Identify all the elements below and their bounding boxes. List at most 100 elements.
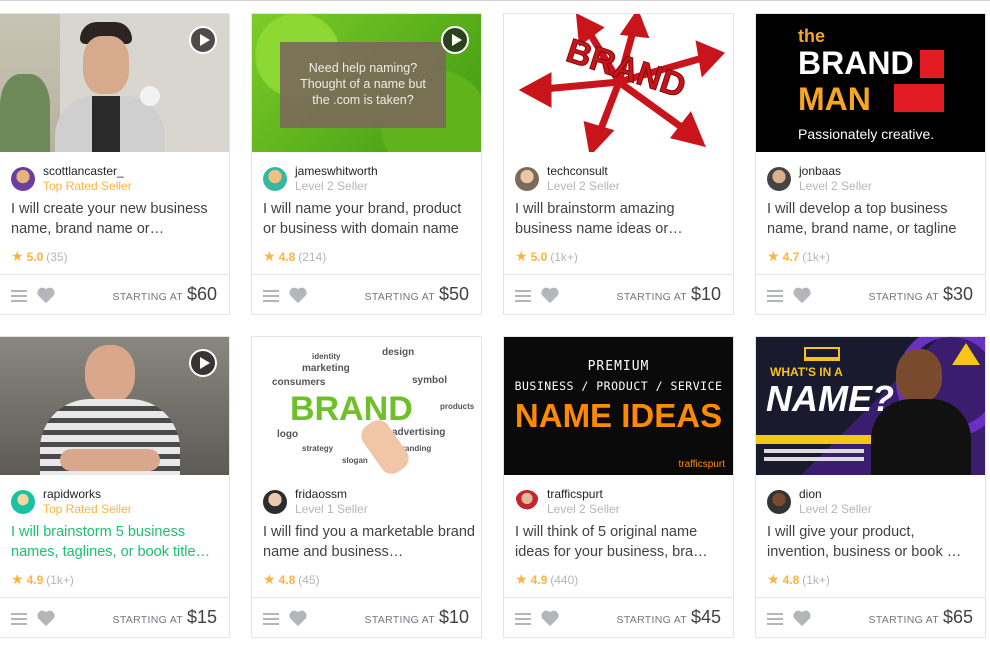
play-icon[interactable] [189, 26, 217, 54]
gig-card[interactable]: WHAT'S IN A NAME? dion Level 2 Seller I … [755, 336, 986, 638]
gig-title[interactable]: I will give your product, invention, bus… [767, 522, 979, 562]
seller-info: techconsult Level 2 Seller [515, 164, 725, 194]
menu-icon[interactable] [767, 290, 783, 302]
menu-icon[interactable] [11, 613, 27, 625]
gig-title[interactable]: I will name your brand, product or busin… [263, 199, 475, 239]
seller-name[interactable]: jonbaas [799, 164, 841, 178]
gig-card[interactable]: scottlancaster_ Top Rated Seller I will … [0, 13, 230, 315]
menu-icon[interactable] [263, 613, 279, 625]
gig-thumbnail[interactable]: Need help naming? Thought of a name but … [252, 14, 481, 152]
starting-at-label: STARTING AT [616, 291, 687, 303]
thumb-text: advertising [392, 427, 446, 438]
gig-rating: ★ 4.7 (1k+) [767, 248, 830, 265]
gig-title[interactable]: I will develop a top business name, bran… [767, 199, 979, 239]
starting-at-label: STARTING AT [112, 614, 183, 626]
avatar[interactable] [767, 167, 791, 191]
thumb-text: marketing [302, 363, 350, 374]
seller-info: dion Level 2 Seller [767, 487, 977, 517]
gig-price[interactable]: STARTING AT $30 [869, 284, 973, 305]
gig-price[interactable]: STARTING AT $10 [617, 284, 721, 305]
gig-price[interactable]: STARTING AT $15 [113, 607, 217, 628]
avatar[interactable] [767, 490, 791, 514]
gig-card[interactable]: the BRAND MAN Passionately creative. jon… [755, 13, 986, 315]
heart-icon[interactable] [36, 286, 56, 304]
gig-rating: ★ 4.8 (45) [263, 571, 320, 588]
seller-name[interactable]: techconsult [547, 164, 608, 178]
gig-price[interactable]: STARTING AT $50 [365, 284, 469, 305]
heart-icon[interactable] [540, 609, 560, 627]
review-count: (45) [298, 573, 320, 587]
gig-price[interactable]: STARTING AT $45 [617, 607, 721, 628]
menu-icon[interactable] [767, 613, 783, 625]
play-icon[interactable] [441, 26, 469, 54]
rating-value: 4.8 [278, 573, 296, 587]
gig-card[interactable]: rapidworks Top Rated Seller I will brain… [0, 336, 230, 638]
seller-name[interactable]: jameswhitworth [295, 164, 378, 178]
gig-footer: STARTING AT $60 [0, 274, 229, 314]
gig-thumbnail[interactable]: identity design marketing consumers symb… [252, 337, 481, 475]
seller-info: trafficspurt Level 2 Seller [515, 487, 725, 517]
heart-icon[interactable] [36, 609, 56, 627]
gig-price[interactable]: STARTING AT $60 [113, 284, 217, 305]
seller-level: Level 2 Seller [295, 179, 368, 193]
thumb-text: Thought of a name but [300, 77, 426, 91]
gig-thumbnail[interactable]: WHAT'S IN A NAME? [756, 337, 985, 475]
seller-name[interactable]: dion [799, 487, 822, 501]
avatar[interactable] [515, 167, 539, 191]
play-icon[interactable] [189, 349, 217, 377]
gig-thumbnail[interactable]: BRAND [504, 14, 733, 152]
seller-name[interactable]: trafficspurt [547, 487, 603, 501]
seller-name[interactable]: scottlancaster_ [43, 164, 124, 178]
gig-title[interactable]: I will find you a marketable brand name … [263, 522, 475, 562]
gig-card[interactable]: BRAND techconsult Level 2 Seller I will … [503, 13, 734, 315]
gig-title[interactable]: I will brainstorm 5 business names, tagl… [11, 522, 223, 562]
heart-icon[interactable] [792, 286, 812, 304]
gig-rating: ★ 4.8 (214) [263, 248, 326, 265]
avatar[interactable] [263, 490, 287, 514]
avatar[interactable] [263, 167, 287, 191]
gig-card[interactable]: identity design marketing consumers symb… [251, 336, 482, 638]
gig-footer: STARTING AT $10 [252, 597, 481, 637]
heart-icon[interactable] [540, 286, 560, 304]
avatar[interactable] [515, 490, 539, 514]
gig-title[interactable]: I will create your new business name, br… [11, 199, 223, 239]
gig-card[interactable]: PREMIUM BUSINESS / PRODUCT / SERVICE NAM… [503, 336, 734, 638]
price-value: $65 [942, 607, 973, 627]
gig-thumbnail[interactable]: the BRAND MAN Passionately creative. [756, 14, 985, 152]
gig-thumbnail[interactable] [0, 337, 229, 475]
heart-icon[interactable] [288, 286, 308, 304]
gig-title[interactable]: I will think of 5 original name ideas fo… [515, 522, 727, 562]
menu-icon[interactable] [515, 613, 531, 625]
seller-name[interactable]: fridaossm [295, 487, 347, 501]
gig-card[interactable]: Need help naming? Thought of a name but … [251, 13, 482, 315]
review-count: (35) [46, 250, 68, 264]
heart-icon[interactable] [288, 609, 308, 627]
seller-info: jonbaas Level 2 Seller [767, 164, 977, 194]
avatar[interactable] [11, 490, 35, 514]
thumb-text: the [798, 26, 825, 46]
menu-icon[interactable] [263, 290, 279, 302]
gig-thumbnail[interactable]: PREMIUM BUSINESS / PRODUCT / SERVICE NAM… [504, 337, 733, 475]
thumb-text: the .com is taken? [312, 93, 414, 107]
seller-info: rapidworks Top Rated Seller [11, 487, 221, 517]
thumb-text: MAN [798, 81, 871, 117]
avatar[interactable] [11, 167, 35, 191]
gig-price[interactable]: STARTING AT $10 [365, 607, 469, 628]
heart-icon[interactable] [792, 609, 812, 627]
gig-thumbnail[interactable] [0, 14, 229, 152]
review-count: (440) [550, 573, 579, 587]
gig-rating: ★ 5.0 (1k+) [515, 248, 578, 265]
menu-icon[interactable] [11, 290, 27, 302]
menu-icon[interactable] [515, 290, 531, 302]
seller-name[interactable]: rapidworks [43, 487, 101, 501]
star-icon: ★ [263, 248, 276, 264]
star-icon: ★ [767, 571, 780, 587]
gig-rating: ★ 4.8 (1k+) [767, 571, 830, 588]
starting-at-label: STARTING AT [364, 614, 435, 626]
price-value: $10 [690, 284, 721, 304]
gig-footer: STARTING AT $30 [756, 274, 985, 314]
gig-title[interactable]: I will brainstorm amazing business name … [515, 199, 727, 239]
review-count: (1k+) [46, 573, 74, 587]
gig-price[interactable]: STARTING AT $65 [869, 607, 973, 628]
price-value: $30 [942, 284, 973, 304]
